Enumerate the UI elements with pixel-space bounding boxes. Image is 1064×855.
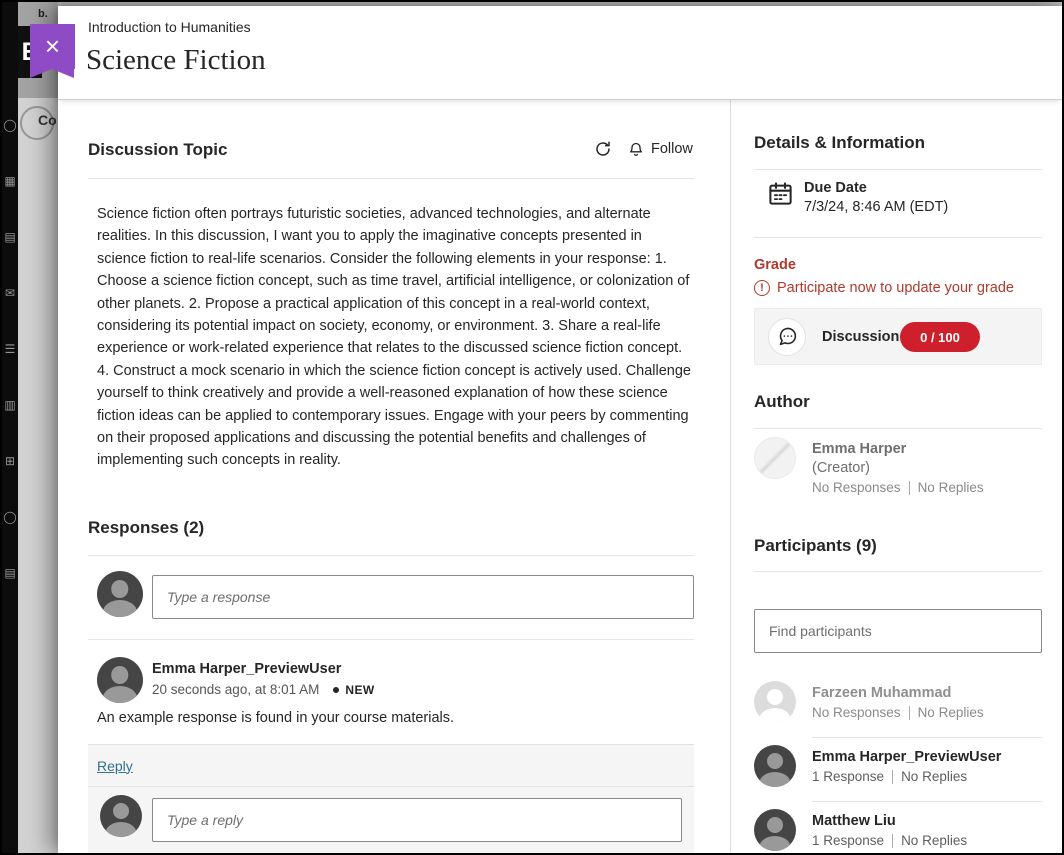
topic-actions: Follow bbox=[594, 140, 693, 158]
find-participants-input[interactable] bbox=[754, 609, 1042, 653]
author-responses: No Responses bbox=[812, 480, 901, 495]
response-author-avatar bbox=[97, 657, 143, 703]
calendar-icon bbox=[767, 180, 794, 207]
participant-replies: No Replies bbox=[918, 705, 984, 720]
discussion-bubble-icon bbox=[768, 318, 806, 356]
divider bbox=[754, 571, 1042, 572]
alert-circle-icon bbox=[754, 280, 770, 296]
refresh-icon bbox=[594, 140, 612, 158]
divider bbox=[88, 639, 694, 640]
current-user-avatar bbox=[100, 795, 142, 837]
divider bbox=[754, 169, 1042, 170]
author-role: (Creator) bbox=[812, 460, 870, 476]
participant-responses: 1 Response bbox=[812, 769, 884, 784]
current-user-avatar bbox=[97, 571, 143, 617]
divider bbox=[754, 428, 1042, 429]
grade-label: Grade bbox=[754, 257, 796, 273]
response-author-name[interactable]: Emma Harper_PreviewUser bbox=[152, 661, 341, 677]
follow-button[interactable]: Follow bbox=[628, 141, 693, 158]
rail-icon[interactable]: ▤ bbox=[2, 230, 18, 244]
grade-item-label: Discussion bbox=[822, 329, 899, 345]
grade-warning-text: Participate now to update your grade bbox=[777, 280, 1014, 296]
divider bbox=[812, 801, 1042, 802]
participant-avatar bbox=[754, 681, 796, 723]
response-timestamp: 20 seconds ago, at 8:01 AM bbox=[152, 682, 319, 697]
stat-separator bbox=[892, 770, 893, 784]
rail-icon[interactable]: ▦ bbox=[2, 174, 18, 188]
participant-replies: No Replies bbox=[901, 833, 967, 848]
author-name[interactable]: Emma Harper bbox=[812, 441, 906, 457]
participants-heading: Participants (9) bbox=[754, 536, 877, 556]
close-icon: × bbox=[30, 24, 75, 69]
divider bbox=[88, 178, 694, 179]
author-replies: No Replies bbox=[918, 480, 984, 495]
grade-score-pill: 0 / 100 bbox=[900, 322, 980, 352]
response-input[interactable] bbox=[152, 575, 694, 619]
screen: ◯ ▦ ▤ ✉ ☰ ▥ ⊞ ◯ ▤ E b. Co × Introduction… bbox=[0, 0, 1064, 855]
bell-icon bbox=[628, 141, 644, 158]
participant-stats: No Responses No Replies bbox=[812, 705, 984, 720]
participant-responses: No Responses bbox=[812, 705, 901, 720]
course-breadcrumb: Introduction to Humanities bbox=[88, 19, 251, 35]
participant-replies: No Replies bbox=[901, 769, 967, 784]
divider bbox=[754, 237, 1042, 238]
rail-icon[interactable]: ⊞ bbox=[2, 454, 18, 468]
new-badge: NEW bbox=[345, 683, 374, 697]
follow-label: Follow bbox=[651, 141, 693, 157]
details-sidebar: Details & Information Due Date 7/3/24, 8… bbox=[730, 100, 1062, 853]
new-dot-icon bbox=[333, 687, 339, 693]
due-date-label: Due Date bbox=[804, 180, 867, 196]
participant-stats: 1 Response No Replies bbox=[812, 833, 967, 848]
participant-stats: 1 Response No Replies bbox=[812, 769, 967, 784]
discussion-peek-panel: Introduction to Humanities Science Ficti… bbox=[58, 6, 1062, 853]
divider bbox=[88, 555, 694, 556]
grade-warning-link[interactable]: Participate now to update your grade bbox=[754, 280, 1014, 296]
participant-responses: 1 Response bbox=[812, 833, 884, 848]
stat-separator bbox=[909, 706, 910, 720]
rail-icon[interactable]: ▤ bbox=[2, 566, 18, 580]
response-body: An example response is found in your cou… bbox=[97, 710, 454, 726]
divider bbox=[812, 737, 1042, 738]
author-stats: No Responses No Replies bbox=[812, 480, 984, 495]
reply-bar: Reply bbox=[88, 745, 694, 787]
rail-icon[interactable]: ✉ bbox=[2, 286, 18, 300]
participant-name[interactable]: Emma Harper_PreviewUser bbox=[812, 749, 1001, 765]
author-heading: Author bbox=[754, 392, 810, 412]
participant-name[interactable]: Matthew Liu bbox=[812, 813, 896, 829]
rail-icon[interactable]: ◯ bbox=[2, 118, 18, 132]
app-left-rail: ◯ ▦ ▤ ✉ ☰ ▥ ⊞ ◯ ▤ bbox=[2, 2, 18, 853]
responses-heading: Responses (2) bbox=[88, 518, 204, 538]
rail-icon[interactable]: ▥ bbox=[2, 398, 18, 412]
close-button[interactable]: × bbox=[30, 24, 75, 69]
reply-link[interactable]: Reply bbox=[97, 758, 133, 774]
author-avatar bbox=[754, 437, 796, 479]
participant-avatar bbox=[754, 809, 796, 851]
background-partial-text: b. bbox=[38, 8, 48, 20]
participant-name[interactable]: Farzeen Muhammad bbox=[812, 685, 951, 701]
stat-separator bbox=[909, 481, 910, 495]
panel-header: Introduction to Humanities Science Ficti… bbox=[58, 6, 1062, 100]
reply-input[interactable] bbox=[152, 798, 682, 842]
reply-section: Reply bbox=[88, 744, 694, 853]
background-partial-content-label: Co bbox=[38, 112, 57, 128]
participant-avatar bbox=[754, 745, 796, 787]
background-page-strip: E b. Co bbox=[18, 2, 58, 853]
due-date-value: 7/3/24, 8:46 AM (EDT) bbox=[804, 199, 948, 215]
rail-icon[interactable]: ☰ bbox=[2, 342, 18, 356]
refresh-button[interactable] bbox=[594, 140, 612, 158]
rail-icon[interactable]: ◯ bbox=[2, 510, 18, 524]
response-meta: 20 seconds ago, at 8:01 AM NEW bbox=[152, 682, 375, 697]
page-title: Science Fiction bbox=[86, 44, 266, 77]
discussion-topic-body: Science fiction often portrays futuristi… bbox=[97, 203, 694, 472]
discussion-topic-heading: Discussion Topic bbox=[88, 140, 228, 160]
details-heading: Details & Information bbox=[754, 133, 925, 153]
stat-separator bbox=[892, 834, 893, 848]
grade-panel: Discussion 0 / 100 bbox=[754, 308, 1042, 365]
